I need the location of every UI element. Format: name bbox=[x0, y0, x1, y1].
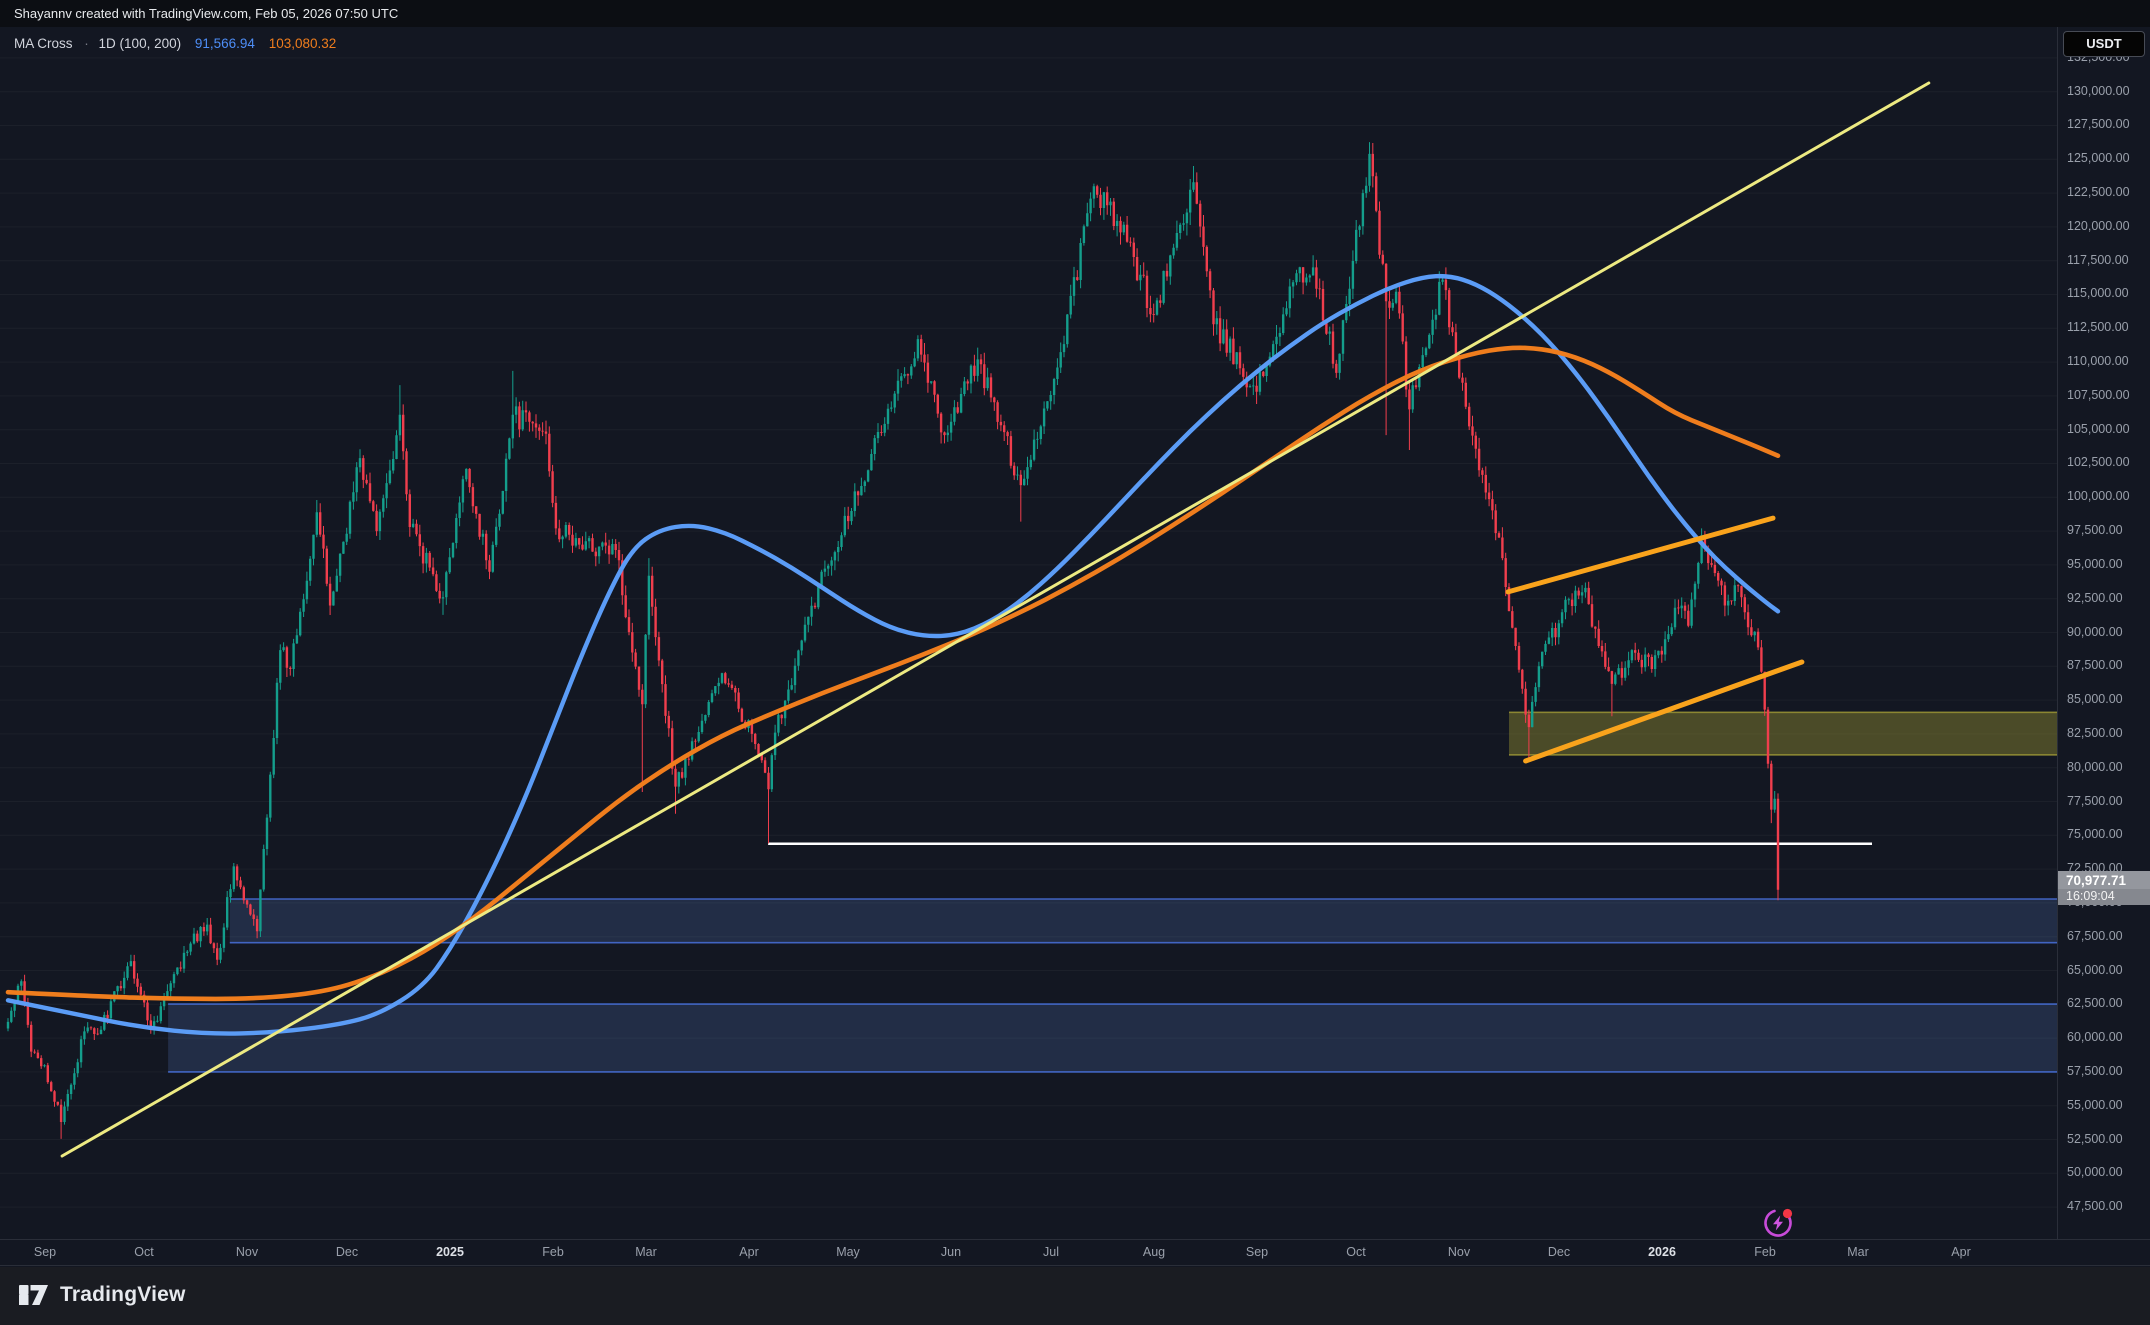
price-tick: 95,000.00 bbox=[2067, 557, 2123, 571]
price-tick: 92,500.00 bbox=[2067, 591, 2123, 605]
month-tick: Nov bbox=[1448, 1245, 1470, 1259]
price-tick: 97,500.00 bbox=[2067, 523, 2123, 537]
month-tick: Sep bbox=[34, 1245, 56, 1259]
price-tick: 57,500.00 bbox=[2067, 1064, 2123, 1078]
month-tick: Nov bbox=[236, 1245, 258, 1259]
tradingview-logo-icon bbox=[19, 1281, 53, 1309]
price-tick: 115,000.00 bbox=[2067, 286, 2129, 300]
price-tick: 82,500.00 bbox=[2067, 726, 2123, 740]
price-tick: 75,000.00 bbox=[2067, 827, 2123, 841]
month-tick: Dec bbox=[336, 1245, 358, 1259]
month-tick: 2026 bbox=[1648, 1245, 1676, 1259]
price-tick: 120,000.00 bbox=[2067, 219, 2130, 233]
tradingview-logo-text: TradingView bbox=[60, 1283, 186, 1307]
legend-separator: · bbox=[84, 36, 89, 51]
month-tick: Dec bbox=[1548, 1245, 1570, 1259]
month-tick: Apr bbox=[739, 1245, 758, 1259]
price-tick: 65,000.00 bbox=[2067, 963, 2123, 977]
month-tick: Mar bbox=[1847, 1245, 1869, 1259]
tradingview-logo[interactable]: TradingView bbox=[19, 1281, 186, 1309]
price-tick: 62,500.00 bbox=[2067, 996, 2123, 1010]
price-tick: 50,000.00 bbox=[2067, 1165, 2123, 1179]
price-tick: 87,500.00 bbox=[2067, 658, 2123, 672]
time-axis[interactable]: Sep Oct Nov Dec 2025 Feb Mar Apr May Jun Jul Aug Sep… bbox=[0, 1239, 2150, 1266]
month-tick: Apr bbox=[1951, 1245, 1970, 1259]
price-tick: 85,000.00 bbox=[2067, 692, 2123, 706]
ma-fast-value: 91,566.94 bbox=[195, 36, 255, 51]
indicator-legend[interactable]: MA Cross · 1D (100, 200) 91,566.94 103,0… bbox=[14, 36, 336, 51]
price-tick: 60,000.00 bbox=[2067, 1030, 2123, 1044]
price-tick: 80,000.00 bbox=[2067, 760, 2123, 774]
price-chart-canvas[interactable] bbox=[0, 0, 2057, 1239]
footer-bar: TradingView bbox=[0, 1267, 2150, 1325]
price-tick: 77,500.00 bbox=[2067, 794, 2123, 808]
price-tick: 112,500.00 bbox=[2067, 320, 2129, 334]
last-price-value: 70,977.71 bbox=[2058, 871, 2150, 889]
price-tick: 110,000.00 bbox=[2067, 354, 2129, 368]
indicator-params: 1D (100, 200) bbox=[99, 36, 182, 51]
price-tick: 127,500.00 bbox=[2067, 117, 2130, 131]
price-axis[interactable]: USDT 132,500.00130,000.00127,500.00125,0… bbox=[2057, 27, 2150, 1239]
month-tick: 2025 bbox=[436, 1245, 464, 1259]
price-tick: 105,000.00 bbox=[2067, 422, 2130, 436]
price-tick: 52,500.00 bbox=[2067, 1132, 2123, 1146]
last-price-label: 70,977.71 16:09:04 bbox=[2058, 871, 2150, 905]
month-tick: Feb bbox=[542, 1245, 564, 1259]
price-tick: 125,000.00 bbox=[2067, 151, 2130, 165]
price-tick: 90,000.00 bbox=[2067, 625, 2123, 639]
month-tick: Oct bbox=[1346, 1245, 1365, 1259]
currency-toggle-button[interactable]: USDT bbox=[2063, 31, 2145, 57]
price-tick: 130,000.00 bbox=[2067, 84, 2130, 98]
price-tick: 100,000.00 bbox=[2067, 489, 2130, 503]
tradingview-chart-page: Shayannv created with TradingView.com, F… bbox=[0, 0, 2150, 1325]
price-tick: 122,500.00 bbox=[2067, 185, 2130, 199]
price-tick: 102,500.00 bbox=[2067, 455, 2130, 469]
month-tick: May bbox=[836, 1245, 860, 1259]
month-tick: Oct bbox=[134, 1245, 153, 1259]
month-tick: Mar bbox=[635, 1245, 657, 1259]
month-tick: Sep bbox=[1246, 1245, 1268, 1259]
month-tick: Jul bbox=[1043, 1245, 1059, 1259]
price-tick: 67,500.00 bbox=[2067, 929, 2123, 943]
bar-countdown: 16:09:04 bbox=[2058, 889, 2150, 905]
attribution-text: Shayannv created with TradingView.com, F… bbox=[14, 6, 398, 21]
ma-slow-value: 103,080.32 bbox=[269, 36, 337, 51]
month-tick: Aug bbox=[1143, 1245, 1165, 1259]
price-tick: 117,500.00 bbox=[2067, 253, 2129, 267]
month-tick: Feb bbox=[1754, 1245, 1776, 1259]
indicator-title[interactable]: MA Cross bbox=[14, 36, 73, 51]
price-tick: 107,500.00 bbox=[2067, 388, 2130, 402]
price-tick: 55,000.00 bbox=[2067, 1098, 2123, 1112]
price-tick: 47,500.00 bbox=[2067, 1199, 2123, 1213]
attribution-bar: Shayannv created with TradingView.com, F… bbox=[0, 0, 2150, 27]
month-tick: Jun bbox=[941, 1245, 961, 1259]
